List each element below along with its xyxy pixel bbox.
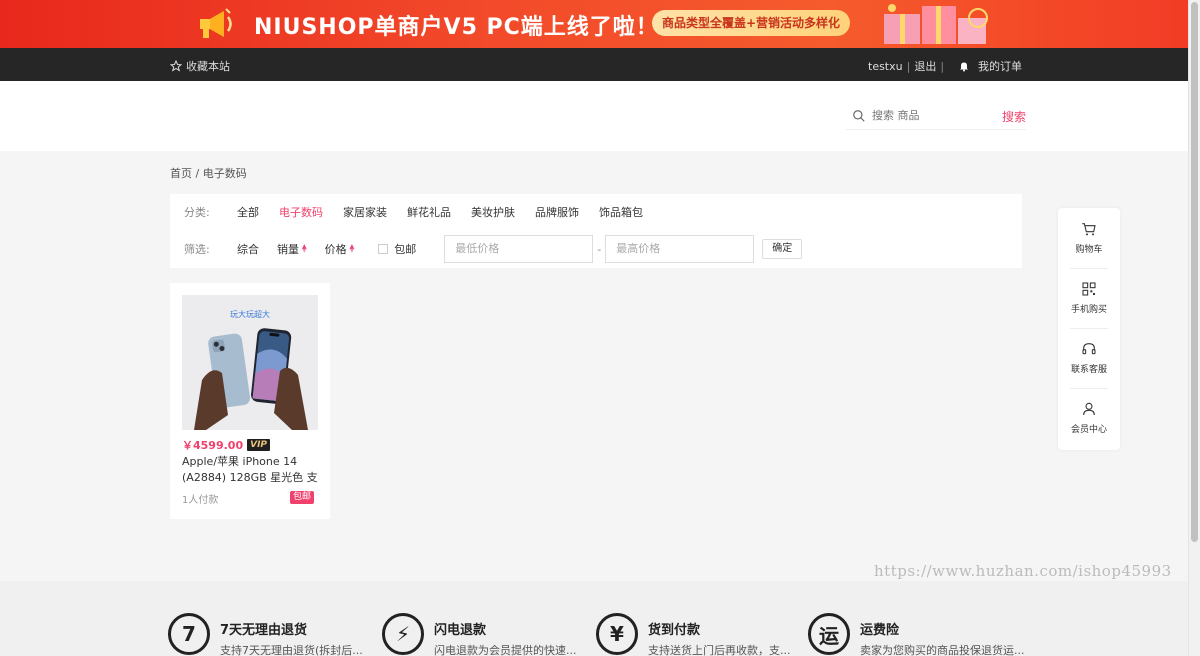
- price-value: ￥4599.00: [182, 439, 244, 452]
- service-desc: 支持送货上门后再收款，支...: [648, 644, 791, 656]
- filter-panel: 分类: 全部 电子数码 家居家装 鲜花礼品 美妆护肤 品牌服饰 饰品箱包 筛选:…: [170, 194, 1022, 268]
- category-accessories[interactable]: 饰品箱包: [599, 204, 643, 220]
- bell-icon[interactable]: [958, 60, 970, 72]
- vip-badge: VIP: [247, 439, 271, 451]
- category-apparel[interactable]: 品牌服饰: [535, 204, 579, 220]
- favorite-site-link[interactable]: 收藏本站: [170, 58, 230, 74]
- user-icon: [1083, 402, 1095, 416]
- min-price-input[interactable]: 最低价格: [444, 235, 594, 263]
- category-flowers-gifts[interactable]: 鲜花礼品: [407, 204, 451, 220]
- product-name[interactable]: Apple/苹果 iPhone 14 (A2884) 128GB 星光色 支持移…: [182, 454, 320, 486]
- product-image[interactable]: 玩大玩超大: [182, 295, 318, 430]
- top-navigation-bar: 收藏本站 testxu | 退出 | 我的订单: [0, 48, 1188, 81]
- lightning-icon: ⚡: [382, 613, 424, 655]
- sidebar-mobile-label: 手机购买: [1070, 305, 1107, 315]
- search-bar: 搜索: [846, 102, 1026, 130]
- sidebar-service-label: 联系客服: [1070, 365, 1107, 375]
- iphone-image: [194, 328, 308, 430]
- service-title: 7天无理由退货: [220, 623, 308, 638]
- sort-default[interactable]: 综合: [237, 241, 259, 257]
- price-range-dash: -: [597, 242, 602, 256]
- my-orders-link[interactable]: 我的订单: [978, 58, 1022, 74]
- free-shipping-label: 包邮: [394, 243, 417, 256]
- breadcrumb-separator: /: [195, 167, 200, 180]
- sort-filter-row: 筛选: 综合 销量 ▲ ▼ 价格 ▲ ▼ 包邮 最低价格 - 最高价格 确定: [184, 235, 803, 263]
- service-item-7day-return: 7 7天无理由退货 支持7天无理由退货(拆封后...: [168, 613, 363, 656]
- breadcrumb: 首页 / 电子数码: [170, 165, 247, 181]
- sort-arrows-icon: ▲ ▼: [349, 243, 355, 254]
- sold-count: 1人付款: [182, 495, 219, 506]
- service-item-cash-on-delivery: ¥ 货到付款 支持送货上门后再收款，支...: [596, 613, 791, 656]
- gift-box-illustration: [884, 4, 988, 44]
- scrollbar-thumb[interactable]: [1191, 2, 1198, 542]
- nav-separator: |: [906, 59, 911, 73]
- username-link[interactable]: testxu: [868, 60, 903, 73]
- page-header: 搜索: [0, 81, 1188, 151]
- watermark-text: https://www.huzhan.com/ishop45993: [874, 562, 1172, 580]
- category-home[interactable]: 家居家装: [343, 204, 387, 220]
- sidebar-mobile-purchase[interactable]: 手机购买: [1058, 268, 1120, 328]
- service-title: 运费险: [860, 623, 900, 638]
- promo-banner[interactable]: NIUSHOP单商户V5 PC端上线了啦！ 商品类型全覆盖+营销活动多样化: [0, 0, 1188, 48]
- search-input[interactable]: [872, 109, 992, 122]
- headset-icon: [1082, 343, 1096, 355]
- product-card[interactable]: 玩大玩超大 ￥4599.00 VIP Apple/苹果 iPhone 14 (A…: [170, 283, 330, 519]
- yen-icon: ¥: [596, 613, 638, 655]
- logout-link[interactable]: 退出: [914, 58, 936, 74]
- product-price: ￥4599.00 VIP: [182, 437, 271, 453]
- sort-price[interactable]: 价格 ▲ ▼: [325, 241, 355, 257]
- sort-default-label: 综合: [237, 243, 259, 256]
- category-electronics[interactable]: 电子数码: [279, 204, 323, 220]
- banner-tagline: 商品类型全覆盖+营销活动多样化: [652, 10, 850, 36]
- service-desc: 闪电退款为会员提供的快速...: [434, 644, 577, 656]
- breadcrumb-home[interactable]: 首页: [170, 167, 192, 180]
- filter-label: 筛选:: [184, 243, 210, 256]
- star-icon: [170, 60, 182, 72]
- category-all[interactable]: 全部: [237, 204, 259, 220]
- favorite-site-label: 收藏本站: [186, 60, 230, 73]
- service-item-shipping-insurance: 运 运费险 卖家为您购买的商品投保退货运...: [808, 613, 1025, 656]
- service-desc: 卖家为您购买的商品投保退货运...: [860, 644, 1025, 656]
- sort-price-label: 价格: [324, 243, 347, 256]
- category-beauty[interactable]: 美妆护肤: [471, 204, 515, 220]
- sort-sales-label: 销量: [277, 243, 299, 256]
- user-links: testxu | 退出 | 我的订单: [868, 58, 1022, 74]
- max-price-input[interactable]: 最高价格: [605, 235, 755, 263]
- side-toolbar: 购物车 手机购买 联系客服 会员中心: [1058, 208, 1120, 450]
- breadcrumb-current: 电子数码: [202, 167, 247, 180]
- page-scrollbar[interactable]: [1188, 0, 1200, 656]
- free-shipping-checkbox[interactable]: [378, 244, 389, 254]
- service-footer: 7 7天无理由退货 支持7天无理由退货(拆封后... ⚡ 闪电退款 闪电退款为会…: [0, 581, 1188, 656]
- sidebar-customer-service[interactable]: 联系客服: [1058, 328, 1120, 388]
- sidebar-member-label: 会员中心: [1070, 425, 1107, 435]
- cart-icon: [1082, 223, 1096, 236]
- sidebar-cart-label: 购物车: [1075, 245, 1103, 255]
- megaphone-icon: [200, 8, 232, 38]
- search-button[interactable]: 搜索: [1002, 108, 1026, 125]
- service-desc: 支持7天无理由退货(拆封后...: [220, 644, 363, 656]
- service-title: 货到付款: [648, 623, 701, 638]
- category-row: 分类: 全部 电子数码 家居家装 鲜花礼品 美妆护肤 品牌服饰 饰品箱包: [184, 204, 663, 220]
- service-item-flash-refund: ⚡ 闪电退款 闪电退款为会员提供的快速...: [382, 613, 577, 656]
- qr-code-icon: [1082, 282, 1096, 296]
- service-title: 闪电退款: [434, 623, 487, 638]
- seven-day-icon: 7: [168, 613, 210, 655]
- nav-separator: |: [940, 59, 945, 73]
- sort-arrows-icon: ▲ ▼: [302, 243, 307, 254]
- confirm-price-button[interactable]: 确定: [762, 239, 803, 259]
- free-shipping-badge: 包邮: [289, 491, 314, 504]
- sort-sales[interactable]: 销量 ▲ ▼: [277, 241, 307, 257]
- sidebar-cart[interactable]: 购物车: [1058, 208, 1120, 268]
- category-label: 分类:: [184, 206, 210, 219]
- shipping-icon: 运: [808, 613, 850, 655]
- search-icon: [853, 109, 865, 122]
- sidebar-member-center[interactable]: 会员中心: [1058, 388, 1120, 448]
- banner-title: NIUSHOP单商户V5 PC端上线了啦！: [254, 15, 659, 40]
